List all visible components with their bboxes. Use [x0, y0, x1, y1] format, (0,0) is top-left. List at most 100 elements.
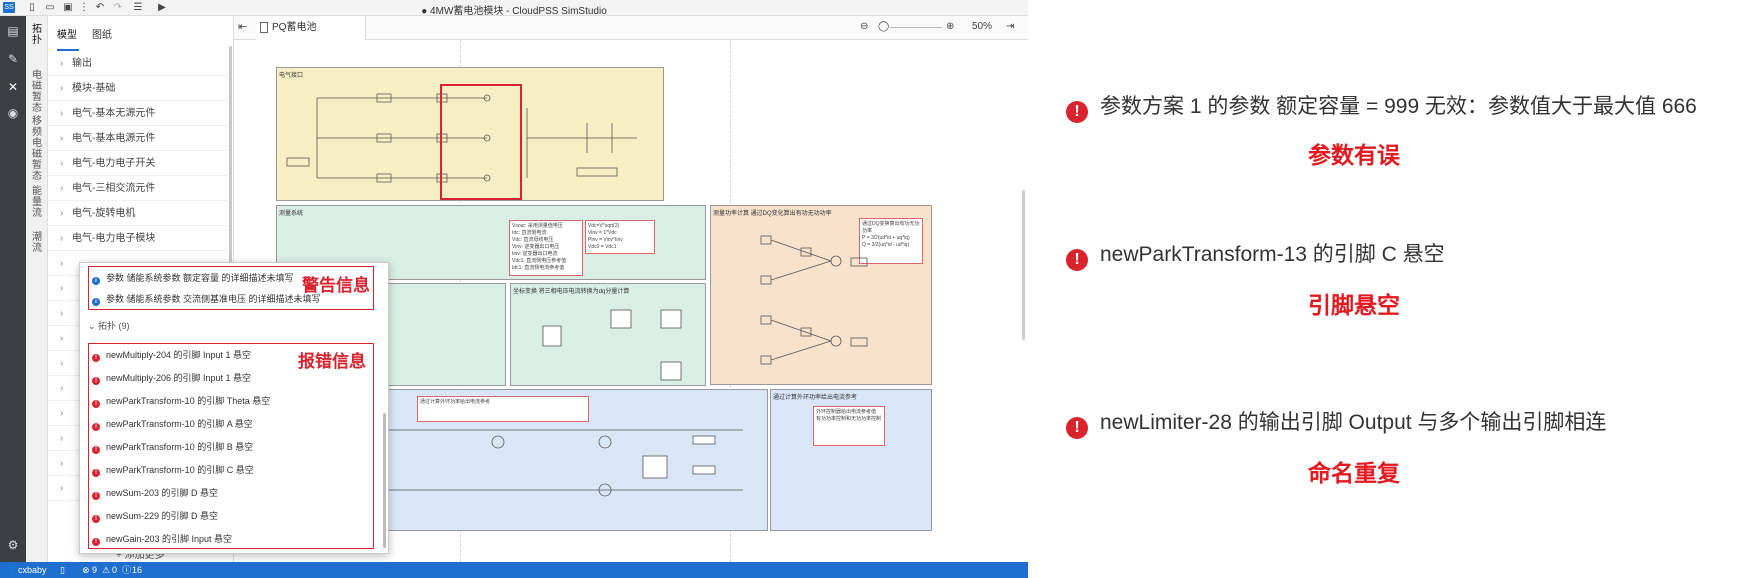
annotation-message: ! newLimiter-28 的输出引脚 Output 与多个输出引脚相连 — [1066, 408, 1606, 439]
run-circle-icon[interactable]: ◉ — [6, 106, 20, 120]
info-count-icon: ⓘ — [122, 565, 132, 575]
simstudio-window: SS ▯ ▭ ▣ ⋮ ↶ ↷ ☰ ▶ ● 4MW蓄电池模块 - CloudPSS… — [0, 0, 1028, 578]
error-item[interactable]: ! newSum-229 的引脚 D 悬空 — [92, 506, 218, 526]
tree-item[interactable]: › 模块-基础 — [48, 77, 228, 101]
zoom-out-icon[interactable]: ⊖ — [860, 21, 868, 32]
error-icon: ! — [92, 538, 100, 546]
canvas-vertical-scrollbar[interactable] — [1022, 190, 1025, 340]
info-icon: i — [92, 298, 100, 306]
chevron-right-icon: › — [60, 283, 64, 294]
chevron-down-icon: ⌄ — [88, 321, 99, 331]
tree-item[interactable]: › 电气-电力电子模块 — [48, 227, 228, 251]
error-icon: ! — [92, 354, 100, 362]
chevron-right-icon: › — [60, 183, 64, 194]
warning-count[interactable]: 0 — [112, 562, 117, 578]
chevron-right-icon: › — [60, 233, 64, 244]
vnav-item-powerflow[interactable]: 潮流 — [30, 232, 44, 254]
error-item[interactable]: ! newParkTransform-10 的引脚 Theta 悬空 — [92, 391, 270, 411]
note-outer: 外环控制器给出电流参考值 有功功率控制和无功功率控制 — [813, 406, 885, 446]
error-icon: ! — [92, 400, 100, 408]
vnav-item-topology[interactable]: 拓扑 — [30, 24, 44, 46]
title-bar: SS ▯ ▭ ▣ ⋮ ↶ ↷ ☰ ▶ ● 4MW蓄电池模块 - CloudPSS… — [0, 0, 1028, 17]
error-icon: ! — [92, 515, 100, 523]
block-park[interactable]: 坐标变换 将三相电压电流转换为dq分量计算 — [510, 283, 706, 386]
annotation-message: ! newParkTransform-13 的引脚 C 悬空 — [1066, 240, 1445, 271]
vnav-item-energyflow[interactable]: 能量流 — [30, 186, 44, 219]
note-measure: Vsour: 采用测量值电压 Idc: 直流侧电流 Vdc: 直流母线电压 Vi… — [509, 220, 583, 276]
zoom-track[interactable] — [890, 27, 942, 28]
info-count[interactable]: 16 — [132, 562, 142, 578]
user-name[interactable]: cxbaby — [18, 562, 47, 578]
plugin-icon[interactable]: ✎ — [6, 52, 20, 66]
tab-drawings[interactable]: 图纸 — [92, 26, 112, 41]
chevron-right-icon: › — [60, 458, 64, 469]
note-measure-formula: Vdc=V*sqrt(2) Vinv = 1*Vdc Pinv = Vinv*I… — [585, 220, 655, 254]
diagnostics-popup: i 参数 储能系统参数 额定容量 的详细描述未填写 i 参数 储能系统参数 交流侧基… — [79, 262, 389, 554]
error-icon: ! — [1066, 249, 1088, 271]
tree-item[interactable]: › 输出 — [48, 52, 228, 76]
chevron-right-icon: › — [60, 58, 64, 69]
error-icon: ! — [1066, 417, 1088, 439]
error-icon: ! — [92, 377, 100, 385]
panel-tabs: 模型 图纸 — [48, 16, 234, 51]
error-item[interactable]: ! newParkTransform-10 的引脚 C 悬空 — [92, 460, 254, 480]
chevron-right-icon: › — [60, 208, 64, 219]
error-item[interactable]: ! newMultiply-206 的引脚 Input 1 悬空 — [92, 368, 251, 388]
tools-icon[interactable]: ✕ — [6, 80, 20, 94]
panel-scrollbar[interactable] — [229, 46, 232, 286]
error-icon: ! — [92, 423, 100, 431]
error-item[interactable]: ! newParkTransform-10 的引脚 A 悬空 — [92, 414, 253, 434]
chevron-right-icon: › — [60, 308, 64, 319]
zoom-in-icon[interactable]: ⊕ — [946, 21, 954, 32]
tree-item[interactable]: › 电气-基本电源元件 — [48, 127, 228, 151]
warning-count-icon: ⚠ — [102, 565, 111, 575]
tab-models[interactable]: 模型 — [57, 26, 77, 41]
tree-item[interactable]: › 电气-电力电子开关 — [48, 152, 228, 176]
warning-item[interactable]: i 参数 储能系统参数 额定容量 的详细描述未填写 — [92, 268, 294, 288]
info-icon: i — [92, 277, 100, 285]
chevron-right-icon: › — [60, 333, 64, 344]
block-outer-controller[interactable]: 测量功率计算 通过DQ变化算出有功无功功率 通过DQ变换算出有功无功功率 P =… — [710, 205, 932, 385]
chevron-right-icon: › — [60, 108, 64, 119]
error-item[interactable]: ! newGain-203 的引脚 Input 悬空 — [92, 529, 232, 549]
settings-icon[interactable]: ⚙ — [6, 538, 20, 552]
document-icon[interactable]: ▤ — [6, 24, 20, 38]
vertical-nav: 拓扑 电磁暂态 移频电磁暂态 能量流 潮流 — [26, 16, 48, 562]
active-tab-underline — [57, 49, 79, 51]
editor-tab-pq-battery[interactable]: PQ蓄电池 — [256, 16, 366, 40]
error-icon: ! — [1066, 101, 1088, 123]
topology-group-header[interactable]: ⌄ 拓扑 (9) — [88, 319, 130, 332]
chevron-right-icon: › — [60, 158, 64, 169]
error-item[interactable]: ! newSum-203 的引脚 D 悬空 — [92, 483, 218, 503]
tree-item[interactable]: › 电气-三相交流元件 — [48, 177, 228, 201]
chevron-right-icon: › — [60, 383, 64, 394]
collapse-right-icon[interactable]: ⇥ — [1006, 21, 1014, 32]
annotation-label: 参数有误 — [1308, 142, 1400, 168]
chevron-right-icon: › — [60, 408, 64, 419]
chevron-right-icon: › — [60, 133, 64, 144]
user-icon: 👤 — [6, 565, 18, 575]
collapse-left-icon[interactable]: ⇤ — [238, 20, 247, 33]
tree-item[interactable]: › 电气-基本无源元件 — [48, 102, 228, 126]
tree-item[interactable]: › 电气-旋转电机 — [48, 202, 228, 226]
error-icon: ! — [92, 446, 100, 454]
zoom-slider[interactable]: ◯ — [878, 21, 889, 32]
vnav-item-sfemt[interactable]: 移频电磁暂态 — [30, 116, 44, 182]
block-limiter[interactable]: 通过计算外环功率给出电流参考 外环控制器给出电流参考值 有功功率控制和无功功率控… — [770, 389, 932, 531]
vnav-item-emt[interactable]: 电磁暂态 — [30, 70, 44, 114]
inner-schematic — [363, 429, 743, 497]
block-inner-controller[interactable]: 通过计算外环功率给出电流参考 — [342, 389, 768, 531]
error-item[interactable]: ! newParkTransform-10 的引脚 B 悬空 — [92, 437, 253, 457]
error-label: 报错信息 — [298, 352, 366, 371]
annotation-panel: ! 参数方案 1 的参数 额定容量 = 999 无效：参数值大于最大值 666 参… — [1060, 0, 1750, 578]
error-item[interactable]: ! newMultiply-204 的引脚 Input 1 悬空 — [92, 345, 251, 365]
device-icon: ▯ — [60, 565, 65, 575]
error-count[interactable]: 9 — [92, 562, 97, 578]
warning-item[interactable]: i 参数 储能系统参数 交流侧基准电压 的详细描述未填写 — [92, 289, 321, 309]
park-schematic — [542, 309, 682, 381]
editor-tabs: ⇤ PQ蓄电池 ⊖ ◯ ⊕ 50% ⇥ — [234, 16, 1028, 40]
chevron-right-icon: › — [60, 358, 64, 369]
error-icon: ! — [92, 469, 100, 477]
zoom-level: 50% — [972, 21, 993, 32]
popup-scrollbar[interactable] — [383, 413, 386, 548]
